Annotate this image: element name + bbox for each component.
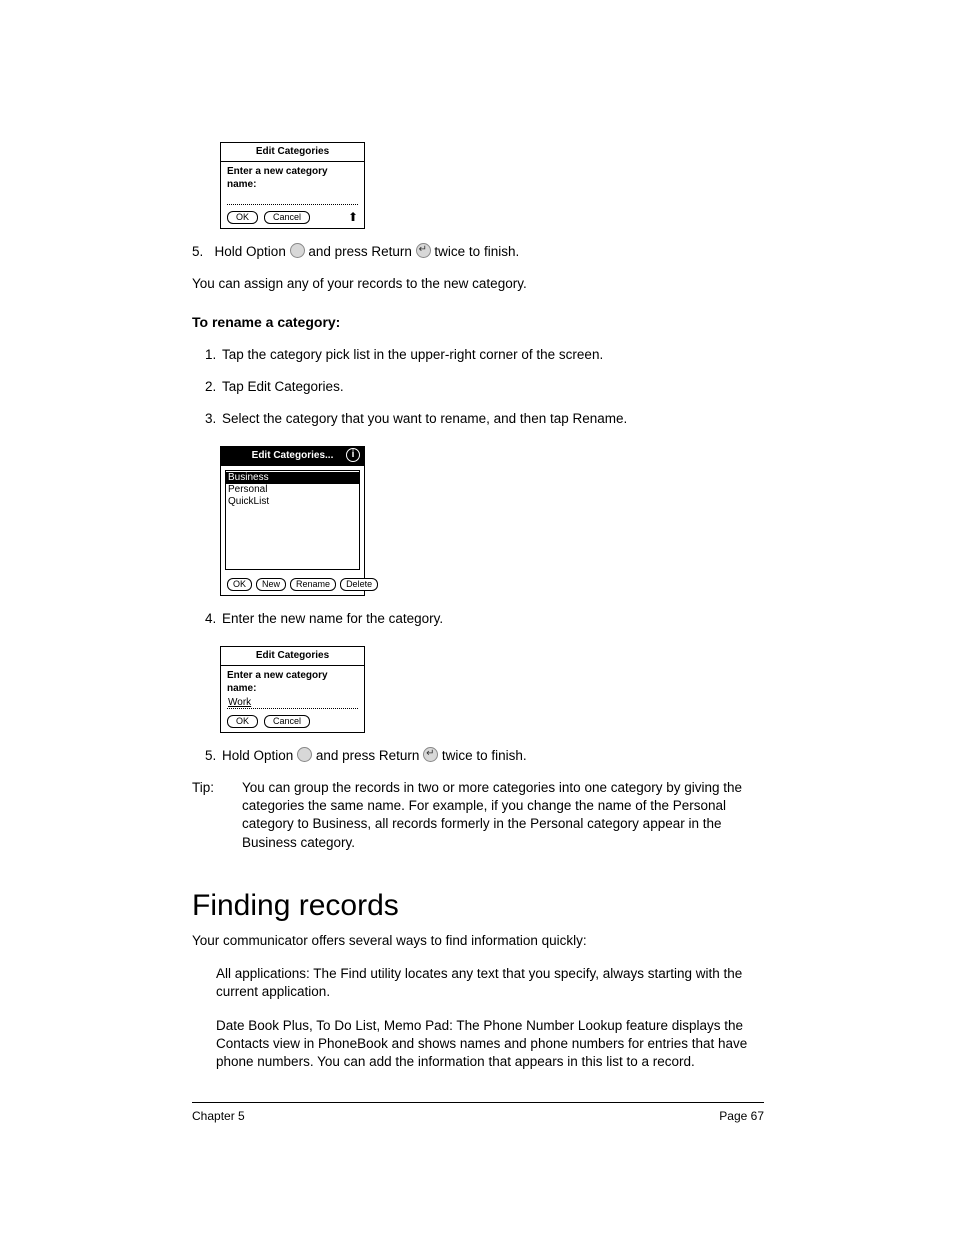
list-item: Date Book Plus, To Do List, Memo Pad: Th… [216, 1017, 764, 1072]
category-name-input[interactable]: Work [227, 696, 358, 709]
rename-step-2: Tap Edit Categories. [220, 378, 764, 396]
rename-step-1: Tap the category pick list in the upper-… [220, 346, 764, 364]
step-5-hold-option: 5. Hold Option and press Return twice to… [192, 243, 764, 261]
new-button[interactable]: New [256, 578, 286, 591]
tip-paragraph: Tip: You can group the records in two or… [192, 779, 764, 852]
info-icon[interactable]: i [346, 448, 360, 462]
assign-paragraph: You can assign any of your records to th… [192, 275, 764, 293]
dialog-title: Edit Categories... i [221, 447, 364, 466]
page-footer: Chapter 5 Page 67 [192, 1102, 764, 1123]
edit-categories-list-dialog: Edit Categories... i Business Personal Q… [220, 446, 365, 596]
list-item[interactable]: QuickList [226, 496, 359, 508]
list-item[interactable]: Business [226, 472, 359, 484]
cancel-button[interactable]: Cancel [264, 211, 310, 224]
ok-button[interactable]: OK [227, 211, 258, 224]
return-key-icon [423, 747, 438, 762]
dialog-prompt: Enter a new category name: [221, 666, 364, 696]
rename-step-5: Hold Option and press Return twice to fi… [220, 747, 764, 765]
edit-categories-new-dialog-work: Edit Categories Enter a new category nam… [220, 646, 365, 733]
footer-page: Page 67 [719, 1109, 764, 1123]
finding-records-list: All applications: The Find utility locat… [216, 965, 764, 1072]
option-key-icon [290, 243, 305, 258]
rename-step-3: Select the category that you want to ren… [220, 410, 764, 428]
dialog-prompt: Enter a new category name: [221, 162, 364, 192]
dialog-title: Edit Categories [221, 647, 364, 666]
section-title: Finding records [192, 886, 764, 927]
section-intro: Your communicator offers several ways to… [192, 932, 764, 950]
rename-steps-list-cont: Enter the new name for the category. [192, 610, 764, 628]
tip-body: You can group the records in two or more… [242, 779, 764, 852]
dialog-title: Edit Categories [221, 143, 364, 162]
category-listbox[interactable]: Business Personal QuickList [225, 470, 360, 570]
option-key-icon [297, 747, 312, 762]
cancel-button[interactable]: Cancel [264, 715, 310, 728]
rename-heading: To rename a category: [192, 313, 764, 332]
tip-label: Tip: [192, 779, 224, 852]
footer-chapter: Chapter 5 [192, 1109, 245, 1123]
delete-button[interactable]: Delete [340, 578, 378, 591]
ok-button[interactable]: OK [227, 578, 252, 591]
rename-steps-list: Tap the category pick list in the upper-… [192, 346, 764, 429]
category-name-input[interactable] [227, 192, 358, 205]
rename-button[interactable]: Rename [290, 578, 336, 591]
rename-steps-list-cont2: Hold Option and press Return twice to fi… [192, 747, 764, 765]
shift-indicator-icon: ⬆ [348, 211, 358, 223]
ok-button[interactable]: OK [227, 715, 258, 728]
return-key-icon [416, 243, 431, 258]
list-item[interactable]: Personal [226, 484, 359, 496]
rename-step-4: Enter the new name for the category. [220, 610, 764, 628]
list-item: All applications: The Find utility locat… [216, 965, 764, 1001]
edit-categories-new-dialog-empty: Edit Categories Enter a new category nam… [220, 142, 365, 229]
